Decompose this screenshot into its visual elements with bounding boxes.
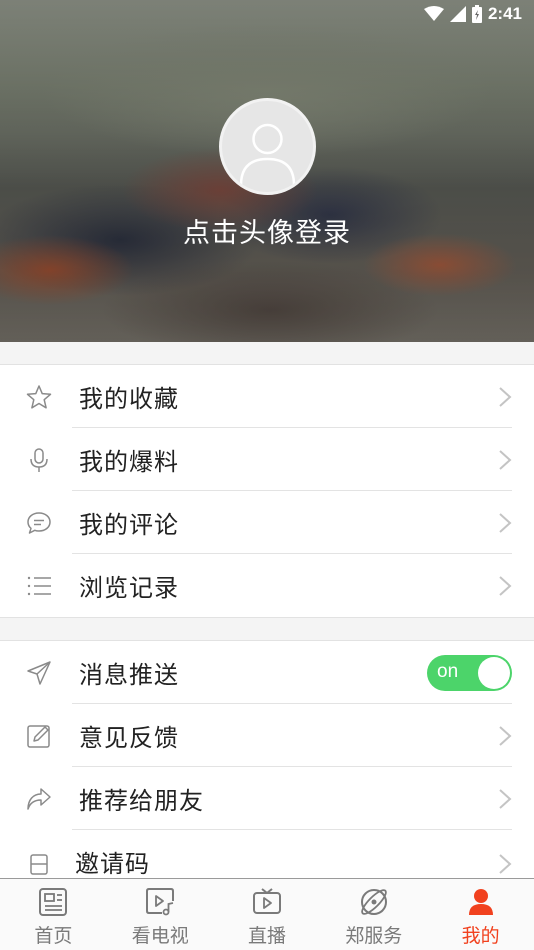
menu-item-label: 消息推送 — [79, 661, 179, 689]
menu-item-label: 浏览记录 — [79, 574, 179, 602]
chevron-right-icon — [499, 788, 512, 809]
nav-mine[interactable]: 我的 — [427, 879, 534, 950]
status-time: 2:41 — [487, 4, 522, 23]
nav-home[interactable]: 首页 — [0, 879, 107, 950]
cellular-signal-icon — [449, 6, 466, 22]
microphone-icon — [26, 447, 52, 473]
list-icon — [26, 573, 52, 599]
chevron-right-icon — [499, 449, 512, 470]
chevron-right-icon — [499, 575, 512, 596]
tv-icon — [252, 888, 281, 914]
chevron-right-icon — [499, 386, 512, 407]
wifi-icon — [423, 6, 444, 22]
share-icon — [26, 786, 52, 812]
toggle-knob — [478, 656, 510, 689]
nav-live[interactable]: 直播 — [214, 879, 321, 950]
menu-item-invite-code[interactable]: 邀请码 — [0, 830, 534, 881]
nav-label: 我的 — [461, 925, 500, 947]
star-icon — [26, 384, 52, 410]
menu-item-label: 我的爆料 — [79, 448, 179, 476]
battery-icon — [471, 5, 482, 23]
newspaper-icon — [39, 888, 68, 916]
nav-watch-tv[interactable]: 看电视 — [107, 879, 214, 950]
video-icon — [146, 888, 175, 916]
menu-item-comments[interactable]: 我的评论 — [0, 491, 534, 554]
menu-item-feedback[interactable]: 意见反馈 — [0, 704, 534, 767]
chevron-right-icon — [499, 512, 512, 533]
chevron-right-icon — [499, 725, 512, 746]
nav-label: 郑服务 — [345, 925, 403, 947]
menu-item-favorites[interactable]: 我的收藏 — [0, 365, 534, 428]
toggle-state-text: on — [437, 660, 459, 682]
menu-item-label: 意见反馈 — [79, 724, 179, 752]
user-icon — [468, 889, 493, 915]
menu-item-label: 邀请码 — [75, 850, 150, 878]
menu-group-settings: 消息推送 on 意见反馈 推荐给朋友 邀请码 — [0, 640, 534, 880]
menu-item-reports[interactable]: 我的爆料 — [0, 428, 534, 491]
nav-services[interactable]: 郑服务 — [320, 879, 427, 950]
menu-item-label: 我的收藏 — [79, 385, 179, 413]
send-icon — [26, 660, 52, 686]
login-prompt[interactable]: 点击头像登录 — [0, 211, 534, 250]
menu-item-label: 我的评论 — [79, 511, 179, 539]
nav-label: 看电视 — [131, 925, 189, 947]
profile-header: 2:41 点击头像登录 — [0, 0, 534, 342]
menu-item-push: 消息推送 on — [0, 641, 534, 704]
chevron-right-icon — [499, 854, 512, 874]
menu-item-history[interactable]: 浏览记录 — [0, 554, 534, 617]
menu-item-label: 推荐给朋友 — [79, 787, 204, 815]
menu-group-personal: 我的收藏 我的爆料 我的评论 浏览记录 — [0, 364, 534, 618]
default-avatar-icon — [239, 123, 296, 186]
menu-item-recommend[interactable]: 推荐给朋友 — [0, 767, 534, 830]
bottom-nav: 首页 看电视 直播 郑服务 我的 — [0, 878, 534, 950]
comment-icon — [26, 510, 52, 536]
push-toggle[interactable]: on — [427, 654, 512, 691]
status-bar: 2:41 — [0, 0, 534, 28]
edit-icon — [26, 723, 52, 749]
invite-code-icon — [26, 851, 52, 877]
nav-label: 首页 — [34, 925, 73, 947]
planet-icon — [360, 889, 387, 915]
nav-label: 直播 — [247, 925, 286, 947]
avatar[interactable] — [219, 98, 316, 195]
